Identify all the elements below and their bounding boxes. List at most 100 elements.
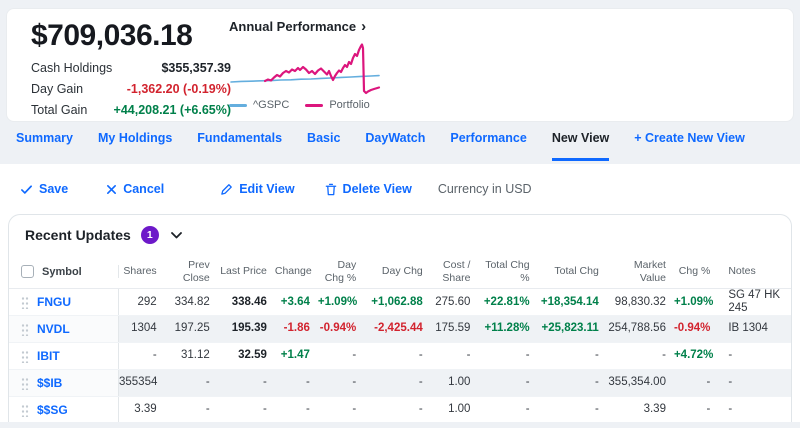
portfolio-stats: Cash Holdings $355,357.39 Day Gain -1,362.2… (31, 61, 231, 124)
value-cell: +22.81% (478, 296, 537, 309)
value-cell: 3.39 (119, 403, 165, 416)
table-row: $$IB355354-----1.00--355,354.00-- (9, 370, 791, 397)
value-cell: - (165, 376, 218, 389)
symbol-cell: $$SG (9, 397, 119, 423)
portfolio-line (265, 45, 379, 94)
value-cell: 98,830.32 (607, 296, 674, 309)
legend-item: Portfolio (305, 99, 369, 111)
table-header-columns: SharesPrev CloseLast PriceChangeDay Chg … (119, 259, 791, 283)
value-cell: - (364, 349, 431, 362)
view-tabs: Summary My Holdings Fundamentals Basic DayWa… (16, 131, 745, 164)
value-cell: - (538, 349, 607, 362)
currency-indicator: Currency in USD (438, 182, 532, 196)
legend-label: Portfolio (329, 99, 369, 111)
row-values: 1304197.25195.39-1.86-0.94%-2,425.44175.… (119, 316, 791, 342)
value-cell: 1.00 (431, 403, 479, 416)
column-header-last-price[interactable]: Last Price (218, 265, 275, 277)
stat-value: $355,357.39 (161, 61, 231, 75)
column-header-day-chg[interactable]: Day Chg (364, 265, 431, 277)
value-cell: 197.25 (165, 322, 218, 335)
portfolio-total-value: $709,036.18 (31, 19, 192, 53)
value-cell: - (674, 376, 718, 389)
value-cell: 334.82 (165, 296, 218, 309)
table-row: IBIT-31.1232.59+1.47------+4.72%- (9, 343, 791, 370)
column-header-total-chg[interactable]: Total Chg (538, 265, 607, 277)
value-cell: - (538, 403, 607, 416)
table-row: FNGU292334.82338.46+3.64+1.09%+1,062.882… (9, 289, 791, 316)
symbol-link-ssib[interactable]: $$IB (37, 376, 62, 390)
value-cell: 355,354.00 (607, 376, 674, 389)
save-button[interactable]: Save (20, 182, 68, 196)
portfolio-page: $709,036.18 Cash Holdings $355,357.39 Day … (0, 0, 800, 428)
table-row: NVDL 1304197.25195.39-1.86-0.94%-2,425.44… (9, 316, 791, 343)
column-header-change[interactable]: Change (275, 265, 318, 277)
annual-performance-chart: Annual Performance › ^GSPC Portfolio (229, 19, 397, 119)
value-cell: - (364, 403, 431, 416)
stat-label: Day Gain (31, 82, 83, 96)
symbol-link-ibit[interactable]: IBIT (37, 349, 60, 363)
select-all-checkbox[interactable] (21, 265, 34, 278)
value-cell: 195.39 (218, 322, 275, 335)
symbol-cell: FNGU (9, 289, 119, 315)
value-cell: 31.12 (165, 349, 218, 362)
column-header-notes[interactable]: Notes (718, 265, 791, 277)
tab-my-holdings[interactable]: My Holdings (98, 131, 172, 158)
value-cell: - (119, 349, 165, 362)
tab-basic[interactable]: Basic (307, 131, 340, 158)
value-cell: -1.86 (275, 322, 318, 335)
value-cell: 338.46 (218, 296, 275, 309)
column-header-symbol[interactable]: Symbol (42, 266, 82, 278)
symbol-cell: IBIT (9, 343, 119, 369)
value-cell: 3.39 (607, 403, 674, 416)
cancel-button[interactable]: Cancel (106, 182, 164, 196)
value-cell: +11.28% (478, 322, 537, 335)
delete-view-button[interactable]: Delete View (325, 182, 412, 196)
symbol-link-fngu[interactable]: FNGU (37, 295, 71, 309)
x-icon (106, 184, 117, 195)
value-cell: - (275, 403, 318, 416)
value-cell: 1.00 (431, 376, 479, 389)
tab-summary[interactable]: Summary (16, 131, 73, 158)
tab-new-view[interactable]: New View (552, 131, 609, 161)
value-cell: 32.59 (218, 349, 275, 362)
value-cell: - (538, 376, 607, 389)
value-cell: - (218, 376, 275, 389)
column-header-chg-pct[interactable]: Chg % (674, 265, 718, 277)
column-header-prev-close[interactable]: Prev Close (165, 259, 218, 283)
stat-label: Cash Holdings (31, 61, 112, 75)
chevron-down-icon[interactable] (169, 230, 184, 241)
legend-label: ^GSPC (253, 99, 289, 111)
action-label: Edit View (239, 182, 294, 196)
recent-updates-header: Recent Updates 1 (9, 215, 791, 255)
column-header-total-chg-pct[interactable]: Total Chg % (478, 259, 537, 283)
tab-fundamentals[interactable]: Fundamentals (197, 131, 282, 158)
row-values: 3.39-----1.00--3.39-- (119, 397, 791, 423)
legend-swatch (229, 104, 247, 107)
pencil-icon (220, 183, 233, 196)
column-header-cost-share[interactable]: Cost / Share (431, 259, 479, 283)
gspc-line (231, 76, 379, 82)
tab-performance[interactable]: Performance (450, 131, 526, 158)
edit-view-button[interactable]: Edit View (220, 182, 294, 196)
value-cell: - (364, 376, 431, 389)
tab-create-new-view[interactable]: + Create New View (634, 131, 745, 158)
annual-performance-link[interactable]: Annual Performance › (229, 19, 397, 34)
column-header-market-value[interactable]: Market Value (607, 259, 674, 283)
table-body: FNGU292334.82338.46+3.64+1.09%+1,062.882… (9, 289, 791, 423)
value-cell: -2,425.44 (364, 322, 431, 335)
symbol-link-nvdl[interactable]: NVDL (37, 322, 70, 336)
column-header-shares[interactable]: Shares (119, 265, 165, 277)
stat-value: -1,362.20 (-0.19%) (127, 82, 231, 96)
value-cell: - (478, 403, 537, 416)
value-cell: +1.47 (275, 349, 318, 362)
tab-daywatch[interactable]: DayWatch (365, 131, 425, 158)
view-toolbar: Save Cancel Edit View Delete View Currency i… (0, 164, 800, 214)
symbol-link-sssg[interactable]: $$SG (37, 403, 68, 417)
column-header-day-chg-pct[interactable]: Day Chg % (318, 259, 364, 283)
drag-handle-icon[interactable] (21, 322, 29, 336)
drag-handle-icon[interactable] (21, 349, 29, 363)
drag-handle-icon[interactable] (21, 403, 29, 417)
value-cell: 175.59 (431, 322, 479, 335)
drag-handle-icon[interactable] (21, 376, 29, 390)
drag-handle-icon[interactable] (21, 295, 29, 309)
